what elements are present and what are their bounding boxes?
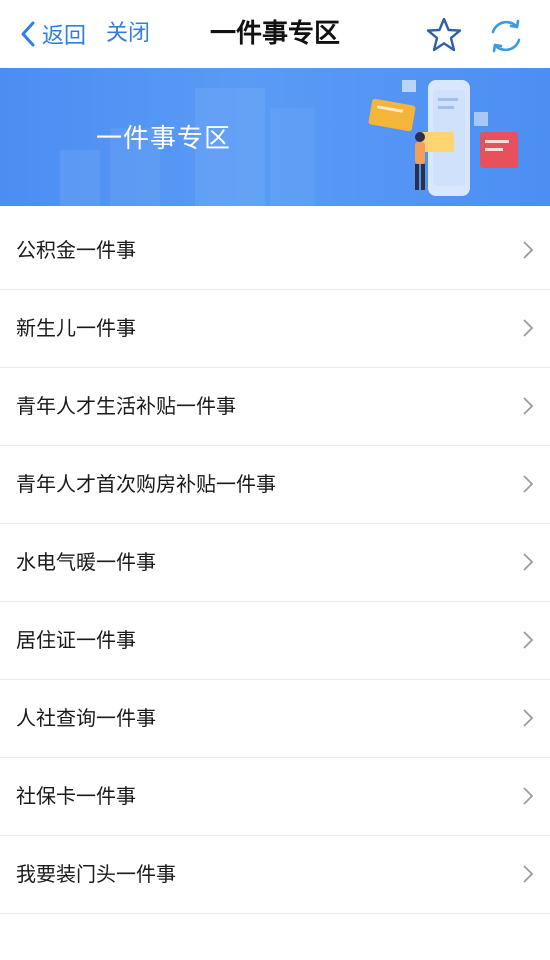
banner-illustration [60, 80, 518, 206]
chevron-left-icon [21, 21, 35, 47]
list-item[interactable]: 社保卡一件事 [0, 758, 550, 836]
back-button[interactable]: 返回 [18, 16, 86, 52]
list-item-label: 人社查询一件事 [16, 706, 156, 730]
page-title: 一件事专区 [209, 19, 340, 49]
refresh-button[interactable] [487, 17, 525, 55]
favorite-button[interactable] [425, 16, 463, 54]
top-navigation-bar: 返回 关闭 一件事专区 [0, 0, 550, 68]
list-item[interactable]: 新生儿一件事 [0, 290, 550, 368]
star-icon [426, 17, 462, 52]
back-label: 返回 [42, 24, 87, 49]
chevron-right-icon [523, 319, 534, 337]
list-item[interactable]: 公积金一件事 [0, 212, 550, 290]
list-item-label: 我要装门头一件事 [16, 862, 176, 886]
chevron-right-icon [523, 709, 534, 727]
list-item[interactable]: 青年人才首次购房补贴一件事 [0, 446, 550, 524]
close-button[interactable]: 关闭 [106, 16, 150, 52]
list-item-label: 社保卡一件事 [16, 784, 136, 808]
chevron-right-icon [523, 865, 534, 883]
chevron-right-icon [523, 631, 534, 649]
list-item[interactable]: 我要装门头一件事 [0, 836, 550, 914]
chevron-right-icon [523, 787, 534, 805]
chevron-right-icon [523, 397, 534, 415]
list-item[interactable]: 人社查询一件事 [0, 680, 550, 758]
list-item-label: 居住证一件事 [16, 628, 136, 652]
list-item-label: 青年人才首次购房补贴一件事 [16, 472, 276, 496]
list-item[interactable]: 青年人才生活补贴一件事 [0, 368, 550, 446]
chevron-right-icon [523, 553, 534, 571]
list-item-label: 水电气暖一件事 [16, 550, 156, 574]
list-item-label: 新生儿一件事 [16, 316, 136, 340]
chevron-right-icon [523, 475, 534, 493]
chevron-right-icon [523, 241, 534, 259]
refresh-icon [491, 19, 521, 53]
banner: 一件事专区 [0, 68, 550, 206]
list-item-label: 青年人才生活补贴一件事 [16, 394, 236, 418]
list-item-label: 公积金一件事 [16, 238, 136, 262]
service-list: 公积金一件事 新生儿一件事 青年人才生活补贴一件事 青年人才首次购房补贴一件事 … [0, 212, 550, 914]
list-item[interactable]: 水电气暖一件事 [0, 524, 550, 602]
list-item[interactable]: 居住证一件事 [0, 602, 550, 680]
banner-title: 一件事专区 [96, 124, 232, 154]
